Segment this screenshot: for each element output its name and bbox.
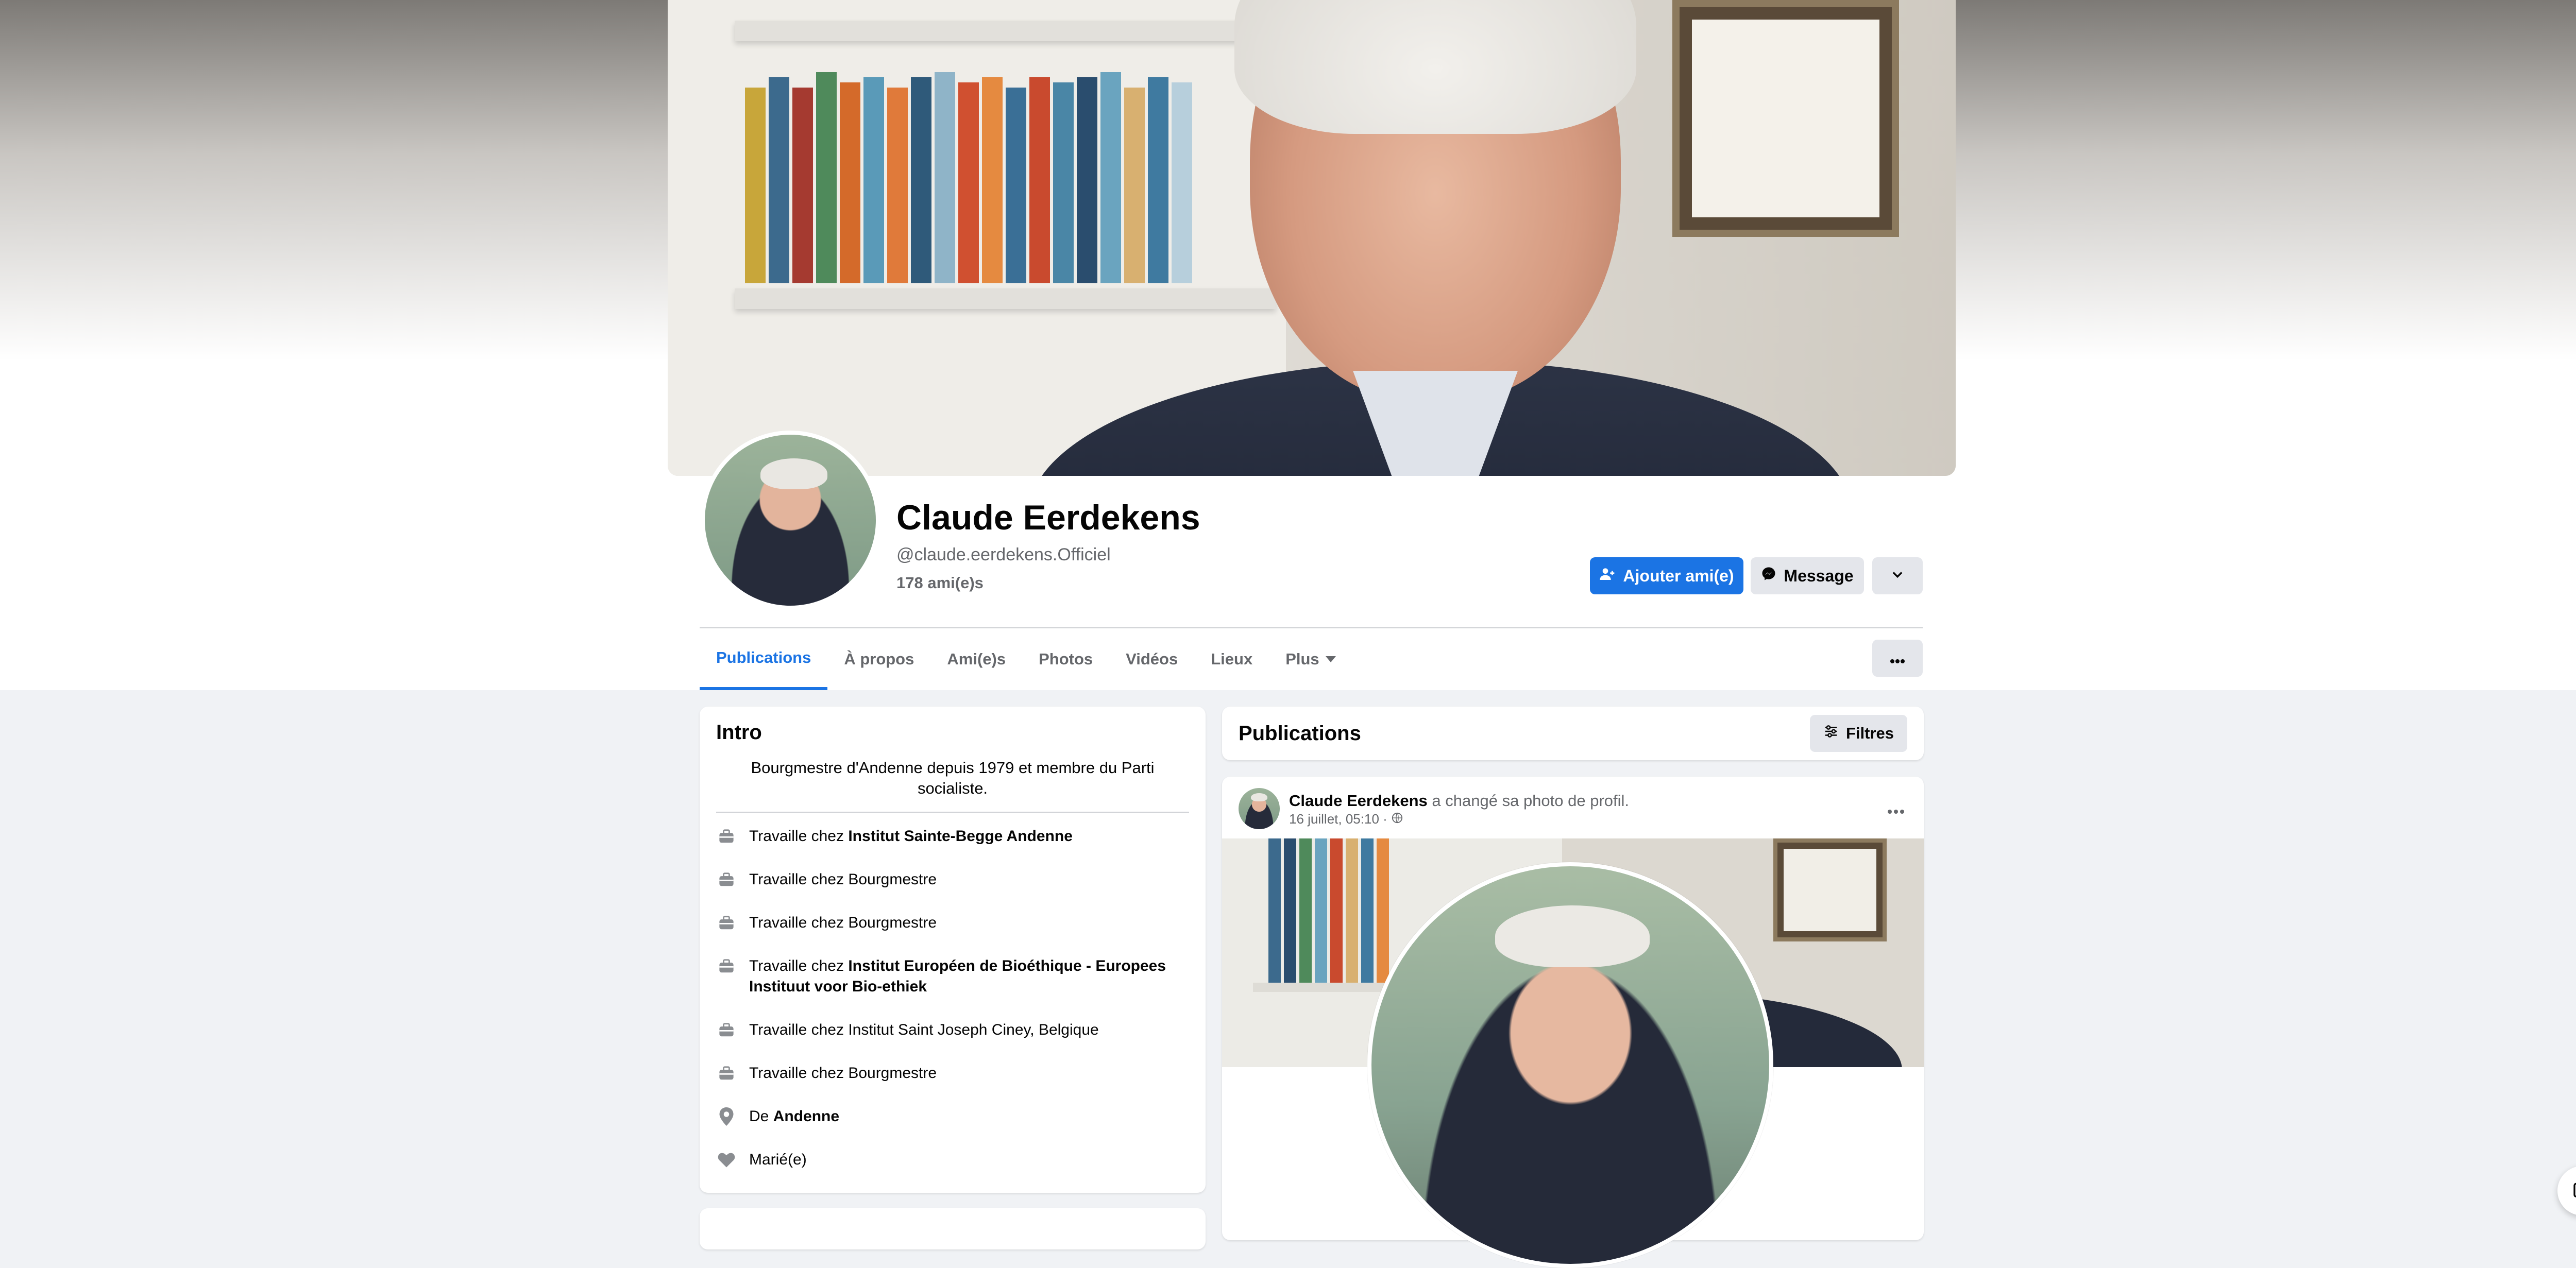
tab-videos[interactable]: Vidéos — [1109, 628, 1194, 690]
intro-bio: Bourgmestre d'Andenne depuis 1979 et mem… — [716, 758, 1189, 813]
intro-item-value: Bourgmestre — [848, 870, 937, 888]
tab-label: Plus — [1285, 650, 1319, 668]
post-author-line: Claude Eerdekens a changé sa photo de pr… — [1289, 791, 1629, 811]
intro-list: Travaille chez Institut Sainte-Begge And… — [716, 826, 1189, 1170]
intro-title: Intro — [716, 721, 762, 744]
filter-sliders-icon — [1823, 724, 1839, 743]
tab-label: Publications — [716, 648, 811, 666]
profile-tabs: Publications À propos Ami(e)s Photos Vid… — [700, 628, 1352, 690]
intro-item-text: Travaille chez Institut Sainte-Begge And… — [749, 826, 1073, 847]
intro-item-prefix: Travaille chez — [749, 1021, 844, 1038]
post-profile-picture[interactable] — [1367, 862, 1773, 1268]
globe-icon — [1392, 811, 1403, 827]
briefcase-icon — [716, 1063, 737, 1084]
intro-item-value: Marié(e) — [749, 1151, 807, 1168]
intro-item: Travaille chez Institut Saint Joseph Cin… — [716, 1020, 1189, 1040]
tab-amis[interactable]: Ami(e)s — [930, 628, 1022, 690]
caret-down-icon — [1325, 656, 1336, 662]
intro-item-text: De Andenne — [749, 1106, 839, 1127]
intro-item-prefix: Travaille chez — [749, 870, 844, 888]
tab-photos[interactable]: Photos — [1022, 628, 1109, 690]
publications-title: Publications — [1239, 722, 1361, 745]
ellipsis-icon — [1890, 649, 1905, 668]
chevron-down-icon — [1890, 567, 1905, 586]
tab-label: Vidéos — [1126, 650, 1178, 668]
more-actions-button[interactable] — [1872, 557, 1923, 594]
post-header: Claude Eerdekens a changé sa photo de pr… — [1239, 788, 1629, 829]
filters-label: Filtres — [1845, 724, 1894, 742]
post-timestamp[interactable]: 16 juillet, 05:10 · — [1289, 811, 1387, 827]
briefcase-icon — [716, 956, 737, 976]
heart-icon — [716, 1150, 737, 1170]
intro-item-prefix: Travaille chez — [749, 827, 844, 845]
post-options-button[interactable] — [1887, 797, 1905, 819]
post-author-avatar[interactable] — [1239, 788, 1280, 829]
intro-item-value[interactable]: Institut Sainte-Begge Andenne — [848, 828, 1073, 845]
intro-item: Travaille chez Institut Sainte-Begge And… — [716, 826, 1189, 847]
add-friend-button[interactable]: Ajouter ami(e) — [1590, 557, 1743, 594]
intro-item-text: Travaille chez Bourgmestre — [749, 869, 937, 890]
profile-header: Claude Eerdekens @claude.eerdekens.Offic… — [0, 0, 2576, 690]
tab-label: Photos — [1039, 650, 1093, 668]
friends-count[interactable]: 178 ami(e)s — [896, 574, 984, 592]
intro-item-text: Travaille chez Bourgmestre — [749, 1063, 937, 1084]
briefcase-icon — [716, 913, 737, 933]
tabs-more-button[interactable] — [1872, 640, 1923, 677]
post-action-text: a changé sa photo de profil. — [1432, 791, 1630, 810]
tab-publications[interactable]: Publications — [700, 628, 828, 690]
intro-item-text: Marié(e) — [749, 1150, 807, 1170]
intro-item-text: Travaille chez Institut Saint Joseph Cin… — [749, 1020, 1099, 1040]
add-friend-label: Ajouter ami(e) — [1623, 566, 1734, 585]
briefcase-icon — [716, 869, 737, 890]
location-pin-icon — [716, 1106, 737, 1127]
intro-item-value[interactable]: Andenne — [773, 1108, 839, 1125]
ellipsis-icon — [1887, 797, 1905, 818]
intro-item: Travaille chez Bourgmestre — [716, 913, 1189, 933]
intro-item: Travaille chez Institut Européen de Bioé… — [716, 956, 1189, 997]
cover-photo[interactable] — [668, 0, 1956, 476]
intro-item-prefix: Travaille chez — [749, 914, 844, 931]
message-button[interactable]: Message — [1751, 557, 1864, 594]
intro-item-text: Travaille chez Bourgmestre — [749, 913, 937, 933]
compose-message-button[interactable] — [2557, 1166, 2576, 1215]
intro-item-value: Institut Saint Joseph Ciney, Belgique — [848, 1021, 1099, 1038]
tab-label: Ami(e)s — [947, 650, 1006, 668]
intro-item-prefix: Travaille chez — [749, 957, 844, 974]
messenger-icon — [1761, 566, 1776, 586]
intro-item: Travaille chez Bourgmestre — [716, 869, 1189, 890]
tab-label: Lieux — [1211, 650, 1253, 668]
intro-item: Travaille chez Bourgmestre — [716, 1063, 1189, 1084]
intro-card: Intro Bourgmestre d'Andenne depuis 1979 … — [700, 707, 1206, 1193]
intro-item-value: Bourgmestre — [848, 914, 937, 931]
tab-plus[interactable]: Plus — [1269, 628, 1352, 690]
profile-handle: @claude.eerdekens.Officiel — [896, 545, 1111, 564]
add-person-icon — [1599, 566, 1616, 586]
briefcase-icon — [716, 826, 737, 847]
message-label: Message — [1784, 566, 1854, 585]
intro-item: De Andenne — [716, 1106, 1189, 1127]
intro-item-prefix: Travaille chez — [749, 1064, 844, 1082]
edit-icon — [2572, 1179, 2576, 1203]
tab-lieux[interactable]: Lieux — [1194, 628, 1269, 690]
post-author-name[interactable]: Claude Eerdekens — [1289, 792, 1428, 810]
publications-header: Publications Filtres — [1222, 707, 1924, 760]
tab-a-propos[interactable]: À propos — [827, 628, 930, 690]
tab-label: À propos — [844, 650, 914, 668]
filters-button[interactable]: Filtres — [1809, 715, 1907, 752]
intro-item-text: Travaille chez Institut Européen de Bioé… — [749, 956, 1189, 997]
briefcase-icon — [716, 1020, 737, 1040]
profile-picture[interactable] — [701, 431, 880, 610]
intro-item-prefix: De — [749, 1107, 769, 1125]
intro-item-value: Bourgmestre — [848, 1064, 937, 1082]
photos-card — [700, 1208, 1206, 1249]
intro-item: Marié(e) — [716, 1150, 1189, 1170]
profile-name: Claude Eerdekens — [896, 498, 1200, 537]
post-meta: 16 juillet, 05:10 · — [1289, 811, 1629, 827]
